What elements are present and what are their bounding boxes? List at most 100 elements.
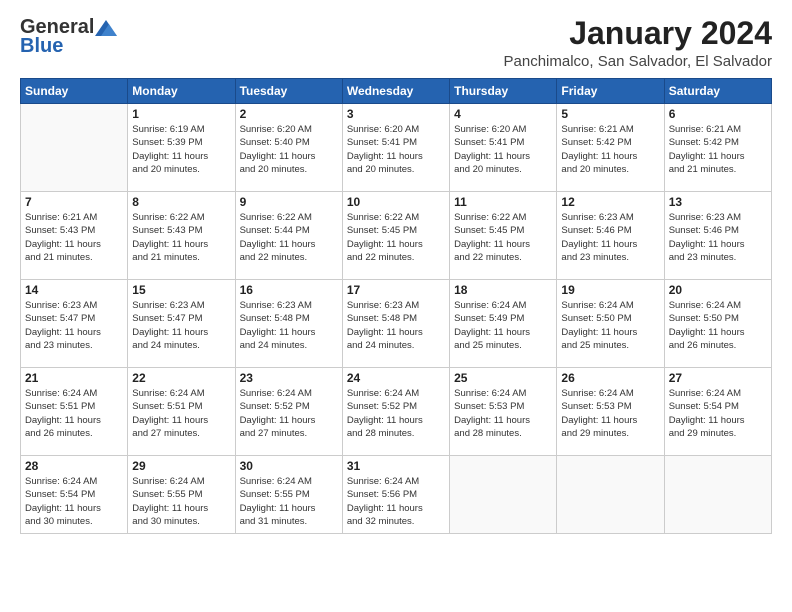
day-num-6: 6 xyxy=(669,107,767,121)
cell-w1-d1: 1Sunrise: 6:19 AM Sunset: 5:39 PM Daylig… xyxy=(128,104,235,192)
cell-w5-d6 xyxy=(664,456,771,534)
day-num-3: 3 xyxy=(347,107,445,121)
logo-blue: Blue xyxy=(20,35,63,58)
day-num-21: 21 xyxy=(25,371,123,385)
day-num-31: 31 xyxy=(347,459,445,473)
col-thursday: Thursday xyxy=(450,79,557,104)
day-num-27: 27 xyxy=(669,371,767,385)
cell-w4-d4: 25Sunrise: 6:24 AM Sunset: 5:53 PM Dayli… xyxy=(450,368,557,456)
weekday-header-row: Sunday Monday Tuesday Wednesday Thursday… xyxy=(21,79,772,104)
calendar: Sunday Monday Tuesday Wednesday Thursday… xyxy=(20,78,772,534)
day-info-17: Sunrise: 6:23 AM Sunset: 5:48 PM Dayligh… xyxy=(347,299,445,352)
day-info-19: Sunrise: 6:24 AM Sunset: 5:50 PM Dayligh… xyxy=(561,299,659,352)
day-info-18: Sunrise: 6:24 AM Sunset: 5:49 PM Dayligh… xyxy=(454,299,552,352)
cell-w3-d1: 15Sunrise: 6:23 AM Sunset: 5:47 PM Dayli… xyxy=(128,280,235,368)
day-num-28: 28 xyxy=(25,459,123,473)
page: General Blue January 2024 Panchimalco, S… xyxy=(0,0,792,612)
cell-w5-d5 xyxy=(557,456,664,534)
day-info-30: Sunrise: 6:24 AM Sunset: 5:55 PM Dayligh… xyxy=(240,475,338,528)
cell-w1-d3: 3 Sunrise: 6:20 AM Sunset: 5:41 PM Daylig… xyxy=(342,104,449,192)
cell-w5-d4 xyxy=(450,456,557,534)
day-info-12: Sunrise: 6:23 AM Sunset: 5:46 PM Dayligh… xyxy=(561,211,659,264)
cell-w3-d2: 16Sunrise: 6:23 AM Sunset: 5:48 PM Dayli… xyxy=(235,280,342,368)
day-num-18: 18 xyxy=(454,283,552,297)
cell-w4-d1: 22Sunrise: 6:24 AM Sunset: 5:51 PM Dayli… xyxy=(128,368,235,456)
cell-w3-d3: 17 Sunrise: 6:23 AM Sunset: 5:48 PM Dayli… xyxy=(342,280,449,368)
cell-w4-d0: 21 Sunrise: 6:24 AM Sunset: 5:51 PM Dayli… xyxy=(21,368,128,456)
day-info-6: Sunrise: 6:21 AM Sunset: 5:42 PM Dayligh… xyxy=(669,123,767,176)
day-num-17: 17 xyxy=(347,283,445,297)
day-num-7: 7 xyxy=(25,195,123,209)
day-num-20: 20 xyxy=(669,283,767,297)
week-row-3: 14 Sunrise: 6:23 AM Sunset: 5:47 PM Dayli… xyxy=(21,280,772,368)
day-num-24: 24 xyxy=(347,371,445,385)
day-num-12: 12 xyxy=(561,195,659,209)
day-info-21: Sunrise: 6:24 AM Sunset: 5:51 PM Dayligh… xyxy=(25,387,123,440)
day-info-9: Sunrise: 6:22 AM Sunset: 5:44 PM Dayligh… xyxy=(240,211,338,264)
day-info-1: Sunrise: 6:19 AM Sunset: 5:39 PM Dayligh… xyxy=(132,123,230,176)
day-info-13: Sunrise: 6:23 AM Sunset: 5:46 PM Dayligh… xyxy=(669,211,767,264)
day-num-5: 5 xyxy=(561,107,659,121)
day-info-27: Sunrise: 6:24 AM Sunset: 5:54 PM Dayligh… xyxy=(669,387,767,440)
col-saturday: Saturday xyxy=(664,79,771,104)
day-num-19: 19 xyxy=(561,283,659,297)
cell-w5-d3: 31 Sunrise: 6:24 AM Sunset: 5:56 PM Dayli… xyxy=(342,456,449,534)
day-info-28: Sunrise: 6:24 AM Sunset: 5:54 PM Dayligh… xyxy=(25,475,123,528)
cell-w3-d6: 20 Sunrise: 6:24 AM Sunset: 5:50 PM Dayli… xyxy=(664,280,771,368)
day-info-22: Sunrise: 6:24 AM Sunset: 5:51 PM Dayligh… xyxy=(132,387,230,440)
day-num-2: 2 xyxy=(240,107,338,121)
day-info-25: Sunrise: 6:24 AM Sunset: 5:53 PM Dayligh… xyxy=(454,387,552,440)
cell-w4-d6: 27 Sunrise: 6:24 AM Sunset: 5:54 PM Dayli… xyxy=(664,368,771,456)
day-num-11: 11 xyxy=(454,195,552,209)
day-info-10: Sunrise: 6:22 AM Sunset: 5:45 PM Dayligh… xyxy=(347,211,445,264)
cell-w3-d0: 14 Sunrise: 6:23 AM Sunset: 5:47 PM Dayli… xyxy=(21,280,128,368)
day-num-26: 26 xyxy=(561,371,659,385)
day-num-4: 4 xyxy=(454,107,552,121)
day-num-8: 8 xyxy=(132,195,230,209)
day-info-3: Sunrise: 6:20 AM Sunset: 5:41 PM Dayligh… xyxy=(347,123,445,176)
cell-w4-d5: 26 Sunrise: 6:24 AM Sunset: 5:53 PM Dayli… xyxy=(557,368,664,456)
col-tuesday: Tuesday xyxy=(235,79,342,104)
day-info-20: Sunrise: 6:24 AM Sunset: 5:50 PM Dayligh… xyxy=(669,299,767,352)
cell-w1-d2: 2 Sunrise: 6:20 AM Sunset: 5:40 PM Daylig… xyxy=(235,104,342,192)
cell-w2-d1: 8 Sunrise: 6:22 AM Sunset: 5:43 PM Daylig… xyxy=(128,192,235,280)
cell-w2-d6: 13 Sunrise: 6:23 AM Sunset: 5:46 PM Dayli… xyxy=(664,192,771,280)
cell-w5-d0: 28 Sunrise: 6:24 AM Sunset: 5:54 PM Dayli… xyxy=(21,456,128,534)
day-num-30: 30 xyxy=(240,459,338,473)
cell-w3-d4: 18 Sunrise: 6:24 AM Sunset: 5:49 PM Dayli… xyxy=(450,280,557,368)
day-info-29: Sunrise: 6:24 AM Sunset: 5:55 PM Dayligh… xyxy=(132,475,230,528)
col-monday: Monday xyxy=(128,79,235,104)
week-row-5: 28 Sunrise: 6:24 AM Sunset: 5:54 PM Dayli… xyxy=(21,456,772,534)
day-info-24: Sunrise: 6:24 AM Sunset: 5:52 PM Dayligh… xyxy=(347,387,445,440)
logo: General Blue xyxy=(20,16,118,58)
cell-w1-d5: 5Sunrise: 6:21 AM Sunset: 5:42 PM Daylig… xyxy=(557,104,664,192)
header: General Blue January 2024 Panchimalco, S… xyxy=(20,16,772,70)
location: Panchimalco, San Salvador, El Salvador xyxy=(504,53,772,70)
day-num-13: 13 xyxy=(669,195,767,209)
cell-w5-d1: 29 Sunrise: 6:24 AM Sunset: 5:55 PM Dayli… xyxy=(128,456,235,534)
cell-w4-d2: 23Sunrise: 6:24 AM Sunset: 5:52 PM Dayli… xyxy=(235,368,342,456)
cell-w3-d5: 19 Sunrise: 6:24 AM Sunset: 5:50 PM Dayli… xyxy=(557,280,664,368)
day-info-16: Sunrise: 6:23 AM Sunset: 5:48 PM Dayligh… xyxy=(240,299,338,352)
day-num-9: 9 xyxy=(240,195,338,209)
week-row-2: 7 Sunrise: 6:21 AM Sunset: 5:43 PM Daylig… xyxy=(21,192,772,280)
col-wednesday: Wednesday xyxy=(342,79,449,104)
day-info-31: Sunrise: 6:24 AM Sunset: 5:56 PM Dayligh… xyxy=(347,475,445,528)
day-info-7: Sunrise: 6:21 AM Sunset: 5:43 PM Dayligh… xyxy=(25,211,123,264)
cell-w1-d6: 6 Sunrise: 6:21 AM Sunset: 5:42 PM Daylig… xyxy=(664,104,771,192)
logo-icon xyxy=(95,20,117,36)
col-friday: Friday xyxy=(557,79,664,104)
cell-w2-d4: 11 Sunrise: 6:22 AM Sunset: 5:45 PM Dayli… xyxy=(450,192,557,280)
day-info-26: Sunrise: 6:24 AM Sunset: 5:53 PM Dayligh… xyxy=(561,387,659,440)
day-num-29: 29 xyxy=(132,459,230,473)
day-num-10: 10 xyxy=(347,195,445,209)
day-info-8: Sunrise: 6:22 AM Sunset: 5:43 PM Dayligh… xyxy=(132,211,230,264)
cell-w2-d5: 12 Sunrise: 6:23 AM Sunset: 5:46 PM Dayli… xyxy=(557,192,664,280)
day-num-14: 14 xyxy=(25,283,123,297)
day-info-2: Sunrise: 6:20 AM Sunset: 5:40 PM Dayligh… xyxy=(240,123,338,176)
col-sunday: Sunday xyxy=(21,79,128,104)
cell-w1-d4: 4Sunrise: 6:20 AM Sunset: 5:41 PM Daylig… xyxy=(450,104,557,192)
title-block: January 2024 Panchimalco, San Salvador, … xyxy=(504,16,772,70)
day-info-14: Sunrise: 6:23 AM Sunset: 5:47 PM Dayligh… xyxy=(25,299,123,352)
day-info-11: Sunrise: 6:22 AM Sunset: 5:45 PM Dayligh… xyxy=(454,211,552,264)
